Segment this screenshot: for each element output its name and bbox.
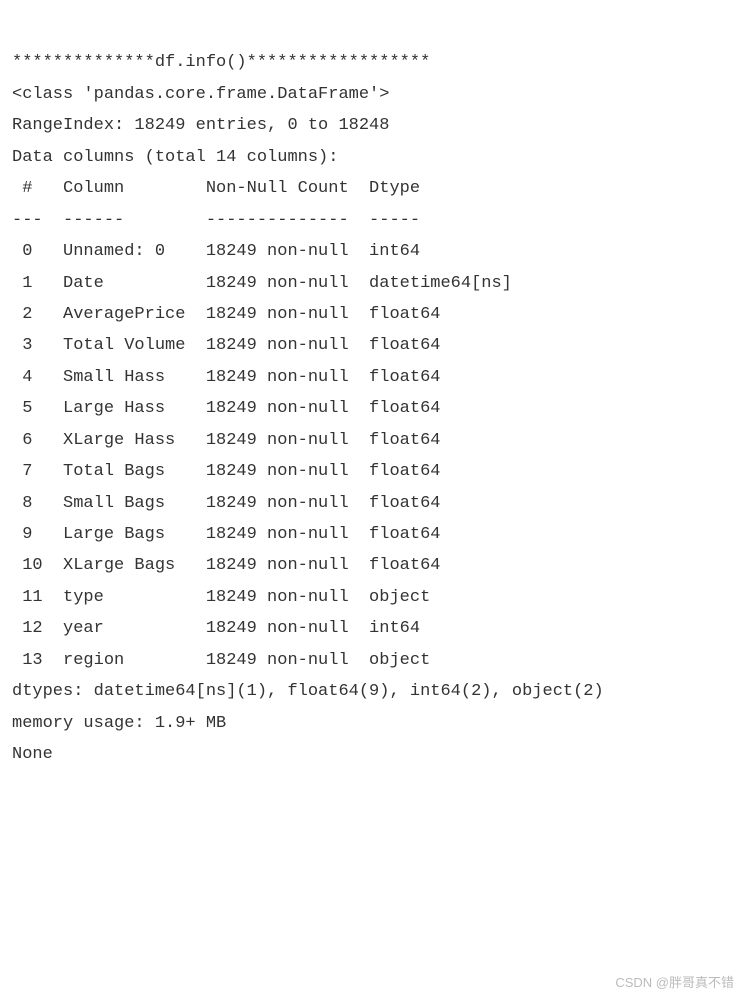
- table-row: 6 XLarge Hass 18249 non-null float64: [12, 431, 440, 450]
- dtypes-line: dtypes: datetime64[ns](1), float64(9), i…: [12, 682, 604, 701]
- header-line: **************df.info()*****************…: [12, 53, 430, 72]
- table-row: 4 Small Hass 18249 non-null float64: [12, 368, 440, 387]
- table-row: 8 Small Bags 18249 non-null float64: [12, 494, 440, 513]
- table-sep: --- ------ -------------- -----: [12, 211, 420, 230]
- table-row: 0 Unnamed: 0 18249 non-null int64: [12, 242, 420, 261]
- memory-line: memory usage: 1.9+ MB: [12, 714, 226, 733]
- datacolumns-line: Data columns (total 14 columns):: [12, 148, 338, 167]
- table-row: 3 Total Volume 18249 non-null float64: [12, 336, 440, 355]
- table-row: 10 XLarge Bags 18249 non-null float64: [12, 556, 440, 575]
- table-row: 2 AveragePrice 18249 non-null float64: [12, 305, 440, 324]
- table-row: 1 Date 18249 non-null datetime64[ns]: [12, 274, 512, 293]
- none-line: None: [12, 745, 53, 764]
- rangeindex-line: RangeIndex: 18249 entries, 0 to 18248: [12, 116, 389, 135]
- table-row: 5 Large Hass 18249 non-null float64: [12, 399, 440, 418]
- watermark: CSDN @胖哥真不错: [615, 971, 734, 995]
- table-row: 9 Large Bags 18249 non-null float64: [12, 525, 440, 544]
- table-header: # Column Non-Null Count Dtype: [12, 179, 420, 198]
- class-line: <class 'pandas.core.frame.DataFrame'>: [12, 85, 389, 104]
- table-row: 12 year 18249 non-null int64: [12, 619, 420, 638]
- table-row: 7 Total Bags 18249 non-null float64: [12, 462, 440, 481]
- table-row: 11 type 18249 non-null object: [12, 588, 430, 607]
- table-row: 13 region 18249 non-null object: [12, 651, 430, 670]
